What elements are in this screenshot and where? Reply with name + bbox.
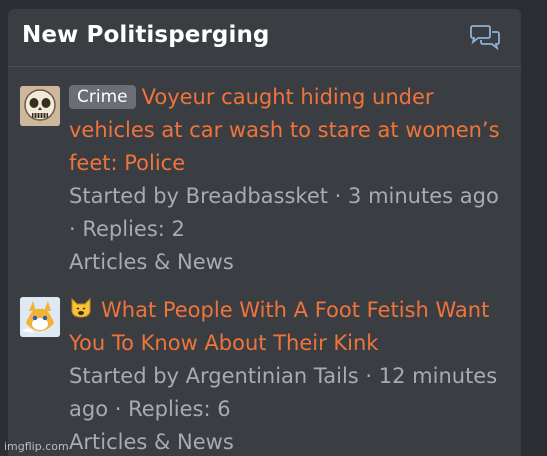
thread-title-line: Crime Voyeur caught hiding under vehicles… [69, 81, 509, 180]
widget-header: New Politisperging [8, 9, 521, 67]
forum-link[interactable]: Articles & News [69, 426, 509, 456]
forum-link[interactable]: Articles & News [69, 246, 509, 279]
thread-body: What People With A Foot Fetish Want You … [69, 294, 509, 456]
thread-body: Crime Voyeur caught hiding under vehicles… [69, 81, 509, 279]
thread-item: What People With A Foot Fetish Want You … [8, 283, 521, 456]
skull-avatar-icon[interactable] [20, 86, 60, 126]
chat-bubbles-icon[interactable] [468, 24, 502, 50]
fox-character-avatar-icon[interactable] [20, 297, 60, 337]
thread-meta: Started by Breadbassket · 3 minutes ago … [69, 184, 499, 241]
prefix-badge[interactable]: Crime [69, 85, 136, 109]
widget-title[interactable]: New Politisperging [22, 22, 270, 48]
thread-item: Crime Voyeur caught hiding under vehicles… [8, 76, 521, 281]
thread-title-link[interactable]: What People With A Foot Fetish Want You … [69, 298, 489, 355]
thread-meta: Started by Argentinian Tails · 12 minute… [69, 364, 498, 421]
imgflip-watermark: imgflip.com [4, 440, 69, 453]
thread-title-line: What People With A Foot Fetish Want You … [69, 294, 509, 360]
new-posts-widget: New Politisperging Crime Voyeur caught h… [8, 9, 521, 456]
page-background: New Politisperging Crime Voyeur caught h… [0, 0, 547, 456]
cat-face-emoji-icon [71, 297, 91, 318]
